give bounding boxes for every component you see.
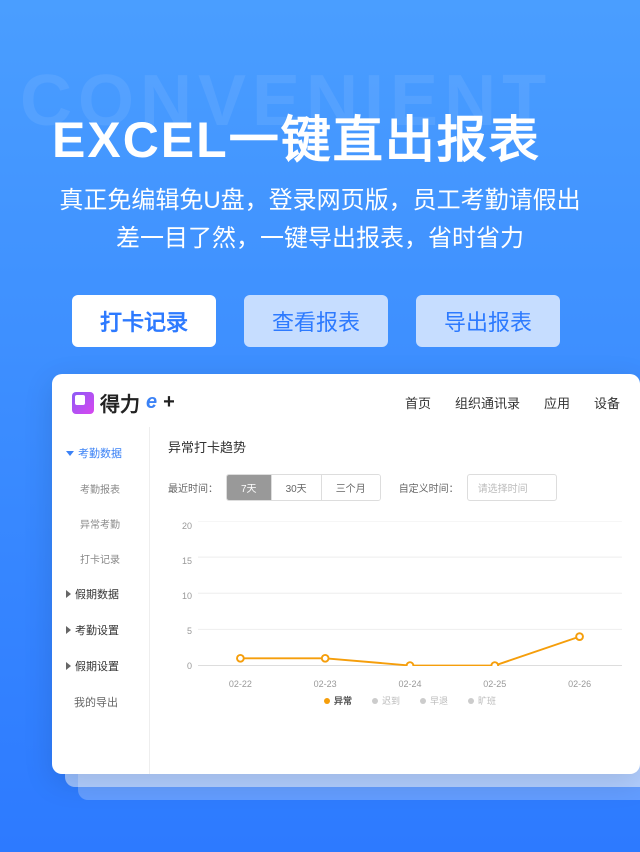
filter-row: 最近时间： 7天 30天 三个月 自定义时间： 请选择时间 xyxy=(168,474,622,501)
sidebar-item-abnormal[interactable]: 异常考勤 xyxy=(52,506,149,541)
date-picker[interactable]: 请选择时间 xyxy=(467,474,557,501)
legend-abnormal[interactable]: 异常 xyxy=(324,694,352,707)
logo-icon xyxy=(72,392,94,414)
app-card-stack: 得力 e + 首页 组织通讯录 应用 设备 考勤数据 考勤报表 异常考勤 打卡记… xyxy=(52,374,640,774)
tab-export-report[interactable]: 导出报表 xyxy=(416,295,560,347)
nav-home[interactable]: 首页 xyxy=(405,393,431,412)
chart-legend: 异常 迟到 早退 旷班 xyxy=(198,694,622,707)
chevron-right-icon xyxy=(66,662,71,670)
legend-late[interactable]: 迟到 xyxy=(372,694,400,707)
sidebar-item-vacation-data[interactable]: 假期数据 xyxy=(52,576,149,612)
chevron-down-icon xyxy=(66,451,74,456)
sidebar-item-attendance-data[interactable]: 考勤数据 xyxy=(52,435,149,471)
x-tick: 02-25 xyxy=(483,679,506,689)
logo-plus: + xyxy=(163,391,175,414)
sidebar-item-my-exports[interactable]: 我的导出 xyxy=(52,684,149,720)
sidebar-item-label: 考勤设置 xyxy=(75,622,119,638)
line-chart: 20 15 10 5 0 xyxy=(168,521,622,701)
chevron-right-icon xyxy=(66,626,71,634)
recent-label: 最近时间： xyxy=(168,480,218,495)
hero-subtitle: 真正免编辑免U盘，登录网页版，员工考勤请假出差一目了然，一键导出报表，省时省力 xyxy=(54,182,586,259)
tab-view-report[interactable]: 查看报表 xyxy=(244,295,388,347)
custom-time-label: 自定义时间： xyxy=(399,480,459,495)
y-tick: 10 xyxy=(168,591,192,601)
sidebar-item-label: 假期设置 xyxy=(75,658,119,674)
app-card: 得力 e + 首页 组织通讯录 应用 设备 考勤数据 考勤报表 异常考勤 打卡记… xyxy=(52,374,640,774)
x-tick: 02-24 xyxy=(398,679,421,689)
sidebar: 考勤数据 考勤报表 异常考勤 打卡记录 假期数据 考勤设置 假期设置 我的导出 xyxy=(52,427,150,774)
feature-tabs: 打卡记录 查看报表 导出报表 xyxy=(72,295,590,347)
sidebar-item-punch-record[interactable]: 打卡记录 xyxy=(52,541,149,576)
nav-contacts[interactable]: 组织通讯录 xyxy=(455,393,520,412)
chevron-right-icon xyxy=(66,590,71,598)
x-tick: 02-22 xyxy=(229,679,252,689)
y-tick: 20 xyxy=(168,521,192,531)
tab-attendance-record[interactable]: 打卡记录 xyxy=(72,295,216,347)
y-tick: 5 xyxy=(168,626,192,636)
x-tick: 02-26 xyxy=(568,679,591,689)
time-segment: 7天 30天 三个月 xyxy=(226,474,381,501)
seg-3months[interactable]: 三个月 xyxy=(322,475,380,500)
y-tick: 0 xyxy=(168,661,192,671)
top-nav: 首页 组织通讯录 应用 设备 xyxy=(405,393,620,412)
legend-absent[interactable]: 旷班 xyxy=(468,694,496,707)
x-axis: 02-22 02-23 02-24 02-25 02-26 xyxy=(198,679,622,689)
seg-30days[interactable]: 30天 xyxy=(272,475,322,500)
sidebar-item-attendance-report[interactable]: 考勤报表 xyxy=(52,471,149,506)
sidebar-item-label: 假期数据 xyxy=(75,586,119,602)
nav-devices[interactable]: 设备 xyxy=(594,393,620,412)
app-header: 得力 e + 首页 组织通讯录 应用 设备 xyxy=(52,374,640,427)
sidebar-item-label: 考勤数据 xyxy=(78,445,122,461)
sidebar-item-attendance-settings[interactable]: 考勤设置 xyxy=(52,612,149,648)
seg-7days[interactable]: 7天 xyxy=(227,475,272,500)
legend-early[interactable]: 早退 xyxy=(420,694,448,707)
plot-area xyxy=(198,521,622,666)
logo-e: e xyxy=(146,391,157,414)
y-tick: 15 xyxy=(168,556,192,566)
app-body: 考勤数据 考勤报表 异常考勤 打卡记录 假期数据 考勤设置 假期设置 我的导出 xyxy=(52,427,640,774)
x-tick: 02-23 xyxy=(314,679,337,689)
nav-apps[interactable]: 应用 xyxy=(544,393,570,412)
hero-title: EXCEL一键直出报表 xyxy=(52,100,541,172)
sidebar-item-vacation-settings[interactable]: 假期设置 xyxy=(52,648,149,684)
logo-text: 得力 xyxy=(100,388,140,417)
app-logo[interactable]: 得力 e + xyxy=(72,388,175,417)
y-axis: 20 15 10 5 0 xyxy=(168,521,192,671)
main-panel: 异常打卡趋势 最近时间： 7天 30天 三个月 自定义时间： 请选择时间 20 … xyxy=(150,427,640,774)
chart-title: 异常打卡趋势 xyxy=(168,437,622,456)
